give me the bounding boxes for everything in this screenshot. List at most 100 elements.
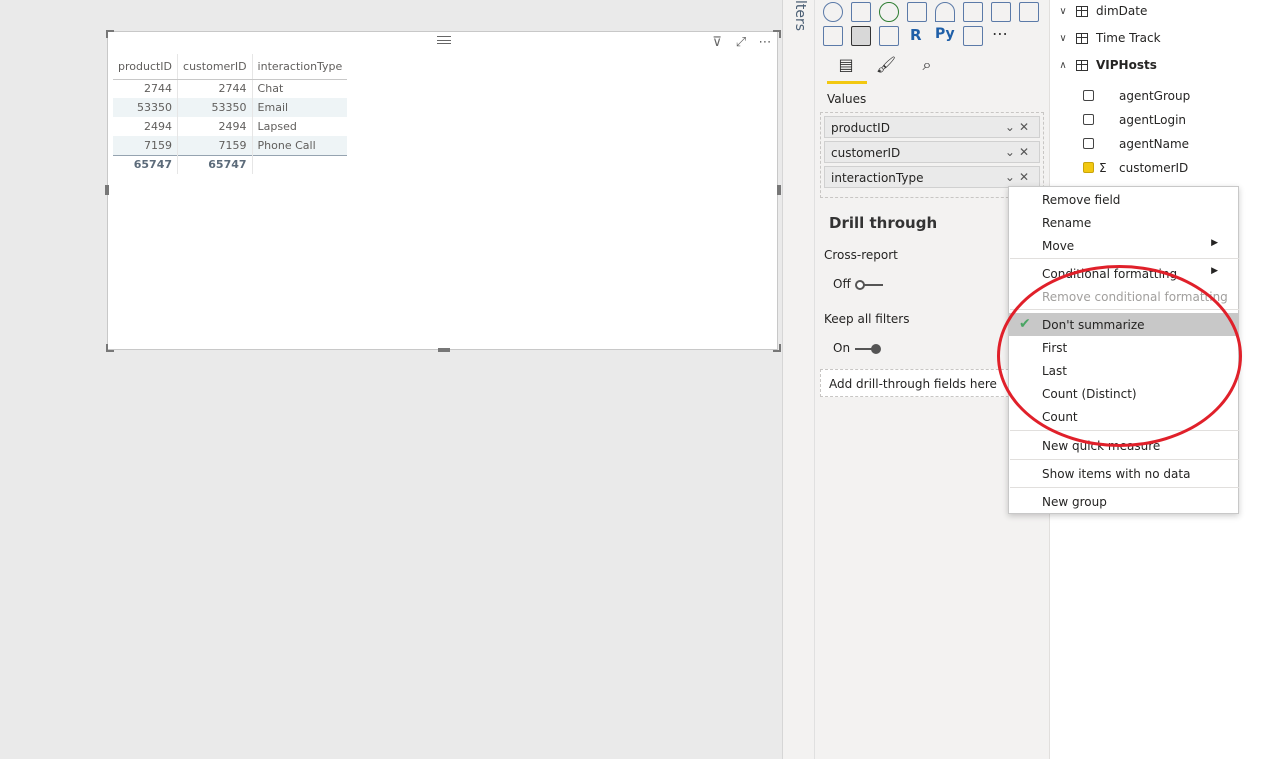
- report-canvas[interactable]: ⊽ ⤢ ⋯ productID customerID interactionTy…: [0, 0, 782, 759]
- value-field-pill[interactable]: customerID ⌄✕: [824, 141, 1040, 163]
- close-icon[interactable]: ✕: [1019, 170, 1033, 184]
- field-name[interactable]: agentLogin: [1119, 113, 1186, 127]
- field-checkbox-checked[interactable]: [1083, 162, 1094, 173]
- value-field-label: interactionType: [831, 171, 924, 185]
- resize-handle-left[interactable]: [105, 185, 109, 195]
- menu-item-label: Count (Distinct): [1042, 387, 1137, 401]
- table-visual-icon[interactable]: [851, 26, 871, 46]
- column-header[interactable]: customerID: [177, 54, 253, 80]
- more-options-icon[interactable]: ⋯: [757, 35, 773, 51]
- menu-item-last[interactable]: Last: [1009, 359, 1238, 382]
- chevron-down-icon[interactable]: ⌄: [1005, 120, 1019, 134]
- gauge-icon[interactable]: [935, 2, 955, 22]
- chevron-down-icon[interactable]: ∨: [1056, 6, 1070, 17]
- value-field-pill[interactable]: productID ⌄✕: [824, 116, 1040, 138]
- chevron-down-icon[interactable]: ⌄: [1005, 170, 1019, 184]
- resize-handle-right[interactable]: [777, 185, 781, 195]
- donut-chart-icon[interactable]: [823, 2, 843, 22]
- table-icon: [1076, 59, 1088, 71]
- menu-item-first[interactable]: First: [1009, 336, 1238, 359]
- slicer-icon[interactable]: [823, 26, 843, 46]
- menu-item-show-items-no-data[interactable]: Show items with no data: [1009, 462, 1238, 485]
- field-name[interactable]: agentName: [1119, 137, 1189, 151]
- table-row: 2494 2494 Lapsed: [113, 117, 348, 136]
- card-icon[interactable]: [963, 2, 983, 22]
- table-visual[interactable]: ⊽ ⤢ ⋯ productID customerID interactionTy…: [107, 31, 778, 350]
- table-row: 53350 53350 Email: [113, 98, 348, 117]
- table-cell: 53350: [113, 98, 178, 117]
- menu-item-new-group[interactable]: New group: [1009, 490, 1238, 513]
- table-cell: Phone Call: [251, 136, 348, 155]
- decomposition-tree-icon[interactable]: [963, 26, 983, 46]
- menu-item-dont-summarize[interactable]: ✔ Don't summarize: [1009, 313, 1238, 336]
- column-header[interactable]: productID: [113, 54, 178, 80]
- cross-report-toggle[interactable]: [855, 280, 883, 290]
- total-cell: 65747: [113, 154, 178, 174]
- filters-label[interactable]: lters: [792, 0, 808, 31]
- treemap-icon[interactable]: [851, 2, 871, 22]
- menu-item-remove-field[interactable]: Remove field: [1009, 188, 1238, 211]
- table-cell: 2494: [177, 117, 253, 136]
- filter-icon[interactable]: ⊽: [709, 35, 725, 51]
- table-cell: 2494: [144, 120, 173, 133]
- table-viphosts[interactable]: ∧ VIPHosts: [1056, 55, 1157, 75]
- table-header-row: productID customerID interactionType: [113, 54, 348, 80]
- filters-pane-collapsed[interactable]: lters: [782, 0, 815, 759]
- format-paint-roller-icon[interactable]: 🖌: [874, 55, 898, 77]
- resize-handle-top-right[interactable]: [773, 30, 781, 38]
- field-checkbox[interactable]: [1083, 90, 1094, 101]
- toggle-knob: [855, 280, 865, 290]
- field-context-menu: Remove field Rename Move ▶ Conditional fo…: [1008, 186, 1239, 514]
- menu-item-count[interactable]: Count: [1009, 405, 1238, 428]
- keep-all-filters-toggle[interactable]: [855, 344, 883, 354]
- menu-item-count-distinct[interactable]: Count (Distinct): [1009, 382, 1238, 405]
- table-icon: [1076, 32, 1088, 44]
- resize-handle-bottom-left[interactable]: [106, 344, 114, 352]
- menu-item-label: Remove conditional formatting: [1042, 290, 1228, 304]
- multi-row-card-icon[interactable]: [991, 2, 1011, 22]
- focus-mode-icon[interactable]: ⤢: [733, 35, 749, 51]
- menu-item-label: Show items with no data: [1042, 467, 1191, 481]
- keep-all-filters-label: Keep all filters: [824, 312, 910, 326]
- values-label: Values: [827, 92, 867, 106]
- table-dimdate[interactable]: ∨ dimDate: [1056, 1, 1147, 21]
- menu-item-conditional-formatting[interactable]: Conditional formatting ▶: [1009, 262, 1238, 285]
- column-header[interactable]: interactionType: [251, 54, 348, 80]
- table-row: 2744 2744 Chat: [113, 79, 348, 98]
- table-cell: Email: [251, 98, 348, 117]
- table-time-track[interactable]: ∨ Time Track: [1056, 28, 1161, 48]
- close-icon[interactable]: ✕: [1019, 145, 1033, 159]
- chevron-down-icon[interactable]: ∨: [1056, 33, 1070, 44]
- resize-handle-bottom-right[interactable]: [773, 344, 781, 352]
- menu-item-label: New quick measure: [1042, 439, 1161, 453]
- field-name[interactable]: agentGroup: [1119, 89, 1190, 103]
- menu-item-rename[interactable]: Rename: [1009, 211, 1238, 234]
- filled-map-icon[interactable]: [907, 2, 927, 22]
- drag-grip-icon[interactable]: [437, 36, 451, 44]
- menu-item-label: New group: [1042, 495, 1107, 509]
- field-name[interactable]: customerID: [1119, 161, 1188, 175]
- resize-handle-bottom[interactable]: [438, 348, 450, 352]
- close-icon[interactable]: ✕: [1019, 120, 1033, 134]
- chevron-up-icon[interactable]: ∧: [1056, 60, 1070, 71]
- more-visuals-icon[interactable]: ⋯: [992, 24, 1008, 43]
- value-field-label: productID: [831, 121, 890, 135]
- menu-separator: [1010, 459, 1239, 460]
- chevron-down-icon[interactable]: ⌄: [1005, 145, 1019, 159]
- field-checkbox[interactable]: [1083, 114, 1094, 125]
- kpi-icon[interactable]: [1019, 2, 1039, 22]
- resize-handle-top-left[interactable]: [106, 30, 114, 38]
- field-checkbox[interactable]: [1083, 138, 1094, 149]
- map-icon[interactable]: [879, 2, 899, 22]
- analytics-magnifier-icon[interactable]: ⌕: [915, 55, 939, 77]
- matrix-icon[interactable]: [879, 26, 899, 46]
- r-visual-icon[interactable]: R: [910, 26, 922, 44]
- keep-all-filters-state: On: [833, 341, 851, 355]
- value-field-pill[interactable]: interactionType ⌄✕: [824, 166, 1040, 188]
- fields-tab-icon[interactable]: ▤: [834, 55, 858, 77]
- menu-item-new-quick-measure[interactable]: New quick measure: [1009, 434, 1238, 457]
- python-visual-icon[interactable]: Py: [935, 26, 955, 42]
- menu-item-move[interactable]: Move ▶: [1009, 234, 1238, 257]
- menu-item-label: Don't summarize: [1042, 318, 1145, 332]
- table-name: Time Track: [1096, 31, 1161, 45]
